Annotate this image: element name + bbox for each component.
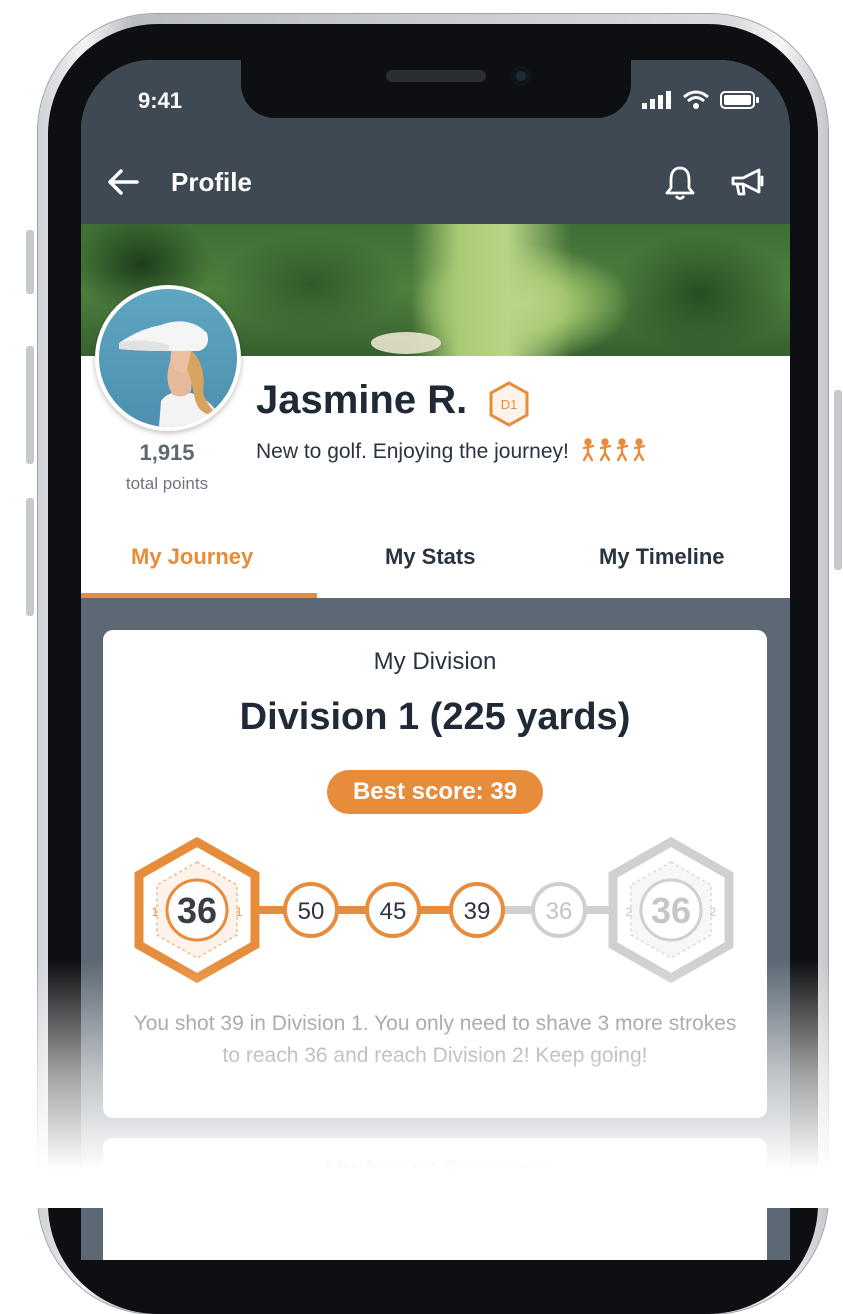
- page-title: Profile: [171, 167, 252, 197]
- notch: [241, 60, 631, 118]
- total-points-value: 1,915: [139, 440, 195, 465]
- user-bio: New to golf. Enjoying the journey!: [256, 438, 651, 464]
- august-summary-title: My August Summary: [324, 1156, 546, 1183]
- wifi-icon: [683, 90, 709, 109]
- tab-my-stats[interactable]: My Stats: [385, 544, 475, 570]
- division-card: My Division Division 1 (225 yards) Best …: [103, 630, 767, 1118]
- user-name: Jasmine R.: [256, 378, 468, 422]
- next-target-value: 36: [546, 898, 573, 925]
- bell-icon[interactable]: [663, 164, 697, 202]
- best-score-pill: Best score: 39: [327, 770, 543, 814]
- mute-switch: [26, 230, 34, 294]
- status-time: 9:41: [138, 88, 183, 113]
- division-badge-label: D1: [501, 397, 518, 412]
- megaphone-icon[interactable]: [729, 166, 767, 200]
- app-screen: 9:41 Profile 1,915 total points Jasmine …: [81, 60, 790, 1260]
- division-2-target: 36: [651, 890, 691, 931]
- division-2-label-left: 2: [626, 905, 633, 919]
- top-navbar: Profile: [81, 140, 790, 224]
- division-1-label-left: 1: [152, 905, 159, 919]
- active-tab-indicator: [81, 593, 317, 598]
- division-heading: Division 1 (225 yards): [239, 696, 631, 738]
- profile-photo: [119, 321, 223, 427]
- status-icons: [642, 90, 760, 110]
- golfer-emoji-icon: [582, 438, 645, 462]
- division-hex-badge: D1: [489, 381, 529, 427]
- avatar[interactable]: [95, 285, 241, 431]
- tab-my-journey[interactable]: My Journey: [131, 544, 253, 570]
- next-target-node: 36: [531, 882, 587, 938]
- score-node-1: 50: [283, 882, 339, 938]
- profile-tabs: My Journey My Stats My Timeline: [81, 526, 790, 598]
- division-card-title: My Division: [373, 648, 497, 675]
- tab-my-timeline[interactable]: My Timeline: [599, 544, 725, 570]
- total-points-label: total points: [125, 474, 209, 493]
- division-2-hex: 36 2 2: [608, 836, 734, 984]
- score-node-1-value: 50: [298, 898, 325, 925]
- volume-down-button: [26, 498, 34, 616]
- division-2-label-right: 2: [710, 905, 717, 919]
- power-button: [834, 390, 842, 570]
- score-node-2: 45: [365, 882, 421, 938]
- score-node-2-value: 45: [380, 898, 407, 925]
- august-summary-card[interactable]: My August Summary: [103, 1138, 767, 1260]
- front-camera: [511, 66, 531, 86]
- back-arrow-icon[interactable]: [103, 162, 143, 202]
- division-1-hex: 36 1 1: [134, 836, 260, 984]
- battery-icon: [720, 91, 759, 109]
- bio-text: New to golf. Enjoying the journey!: [256, 440, 569, 463]
- signal-icon: [642, 91, 671, 109]
- earpiece-speaker: [386, 70, 486, 82]
- score-node-3: 39: [449, 882, 505, 938]
- score-node-3-value: 39: [464, 898, 491, 925]
- division-progress-track: 36 1 1 50 45 39 36 36 2 2: [134, 836, 734, 984]
- volume-up-button: [26, 346, 34, 464]
- bunker-graphic: [371, 332, 441, 354]
- division-1-label-right: 1: [236, 905, 243, 919]
- division-summary-text: You shot 39 in Division 1. You only need…: [133, 1012, 737, 1067]
- division-1-target: 36: [177, 890, 217, 931]
